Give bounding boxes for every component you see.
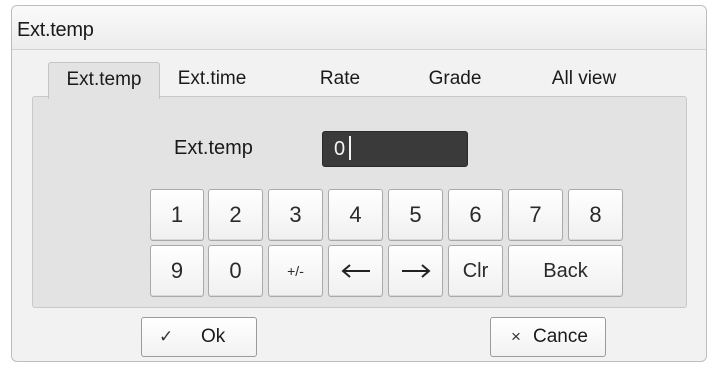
- key-left-arrow[interactable]: [328, 245, 383, 297]
- text-caret: [349, 136, 352, 161]
- tab-grade[interactable]: Grade: [405, 62, 505, 98]
- tab-ext-time[interactable]: Ext.time: [162, 62, 262, 98]
- arrow-right-icon: [401, 264, 431, 278]
- tab-bar: Ext.temp Ext.time Rate Grade All view: [48, 62, 688, 99]
- ok-label: Ok: [201, 326, 226, 347]
- key-1[interactable]: 1: [150, 189, 204, 241]
- key-8[interactable]: 8: [568, 189, 623, 241]
- check-icon: ✓: [159, 327, 174, 346]
- key-2[interactable]: 2: [208, 189, 263, 241]
- ext-temp-value: 0: [334, 138, 346, 160]
- tab-all-view[interactable]: All view: [528, 62, 640, 98]
- tab-ext-temp[interactable]: Ext.temp: [48, 62, 160, 99]
- key-3[interactable]: 3: [268, 189, 323, 241]
- cancel-button[interactable]: × Cance: [490, 317, 606, 357]
- key-5[interactable]: 5: [388, 189, 443, 241]
- dialog-window: Ext.temp Ext.temp Ext.time Rate Grade Al…: [11, 5, 707, 362]
- ext-temp-input[interactable]: 0: [322, 131, 468, 167]
- key-clear[interactable]: Clr: [448, 245, 503, 297]
- title-bar: Ext.temp: [12, 6, 706, 50]
- window-title: Ext.temp: [17, 19, 94, 41]
- key-0[interactable]: 0: [208, 245, 263, 297]
- arrow-left-icon: [340, 264, 370, 278]
- key-6[interactable]: 6: [448, 189, 503, 241]
- keypad-panel: Ext.temp 0 1 2 3 4 5 6 7 8 9 0 +/- Clr B…: [32, 96, 687, 308]
- ext-temp-label: Ext.temp: [174, 137, 253, 159]
- key-back[interactable]: Back: [508, 245, 623, 297]
- key-9[interactable]: 9: [150, 245, 204, 297]
- key-4[interactable]: 4: [328, 189, 383, 241]
- key-plus-minus[interactable]: +/-: [268, 245, 323, 297]
- ok-button[interactable]: ✓ Ok: [141, 317, 257, 357]
- tab-rate[interactable]: Rate: [300, 62, 380, 98]
- cancel-label: Cance: [533, 326, 588, 347]
- close-icon: ×: [511, 327, 521, 346]
- key-7[interactable]: 7: [508, 189, 563, 241]
- key-right-arrow[interactable]: [388, 245, 443, 297]
